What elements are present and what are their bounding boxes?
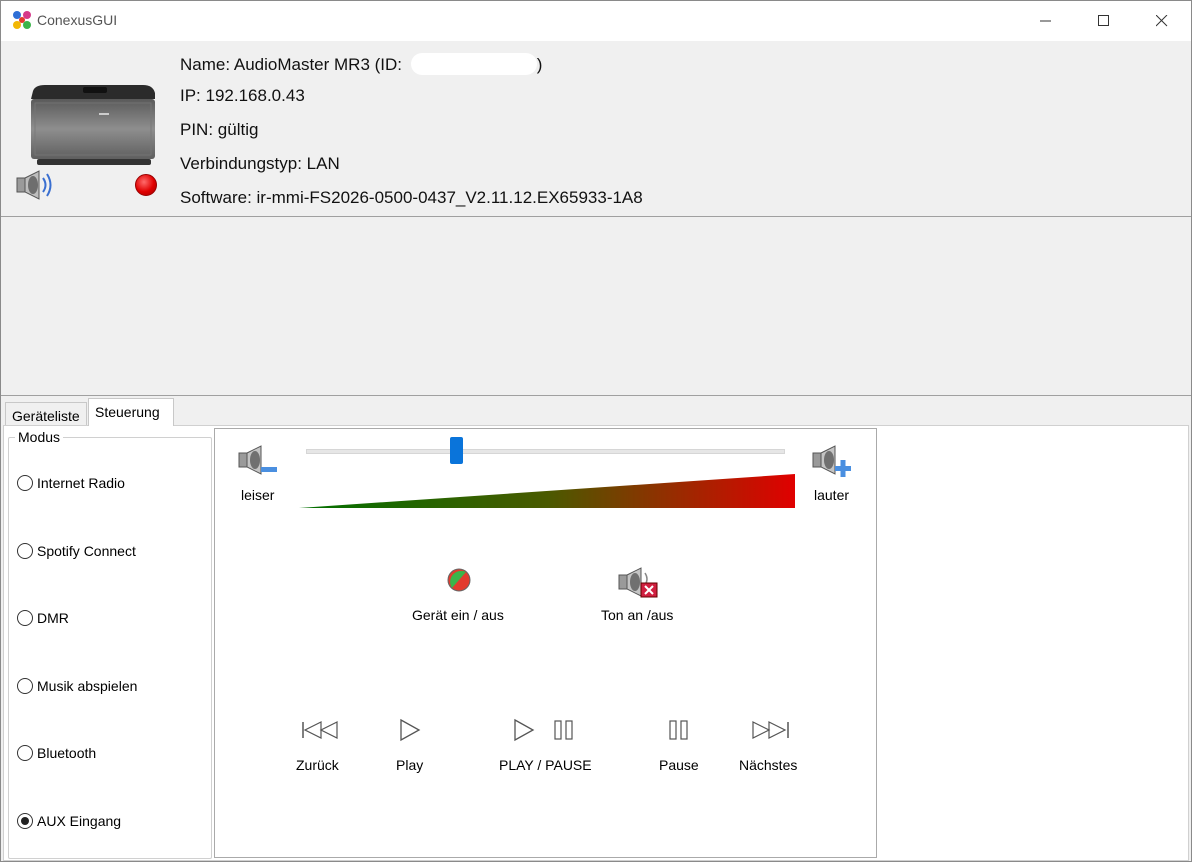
radio-button[interactable] <box>17 543 33 559</box>
next-icon[interactable] <box>751 720 791 740</box>
volume-down-icon[interactable] <box>237 445 279 475</box>
power-label: Gerät ein / aus <box>412 607 504 623</box>
radio-button[interactable] <box>17 610 33 626</box>
close-icon <box>1156 15 1168 27</box>
radio-dmr[interactable]: DMR <box>17 610 69 626</box>
radio-label: Musik abspielen <box>37 678 138 694</box>
radio-spotify-connect[interactable]: Spotify Connect <box>17 543 136 559</box>
radio-button[interactable] <box>17 745 33 761</box>
power-toggle-icon[interactable] <box>446 567 472 593</box>
play-pause-icon[interactable] <box>513 718 579 742</box>
volume-slider-track[interactable] <box>306 449 785 454</box>
empty-panel <box>1 218 1191 396</box>
maximize-icon <box>1098 15 1109 26</box>
window-title: ConexusGUI <box>37 12 118 28</box>
radio-label: Bluetooth <box>37 745 97 761</box>
modus-title: Modus <box>15 429 64 445</box>
device-name: Name: AudioMaster MR3 (ID: ) <box>180 53 542 75</box>
device-name-prefix: Name: AudioMaster MR3 (ID: <box>180 55 407 74</box>
device-software: Software: ir-mmi-FS2026-0500-0437_V2.11.… <box>180 188 643 207</box>
minimize-button[interactable] <box>1017 1 1075 41</box>
radio-button[interactable] <box>17 678 33 694</box>
maximize-button[interactable] <box>1075 1 1133 41</box>
device-info-panel: Name: AudioMaster MR3 (ID: ) IP: 192.168… <box>1 41 1191 217</box>
speaker-icon <box>16 170 52 200</box>
title-bar: ConexusGUI <box>1 1 1191 41</box>
mute-label: Ton an /aus <box>601 607 674 623</box>
modus-group <box>8 437 212 859</box>
app-window: ConexusGUI Name: AudioMaster MR3 (ID:) … <box>0 0 1192 862</box>
pause-label: Pause <box>659 757 699 773</box>
minimize-icon <box>1040 20 1051 22</box>
device-image <box>31 85 155 165</box>
device-name-suffix: ) <box>536 55 543 74</box>
volume-level-ramp <box>299 474 795 508</box>
volume-down-label: leiser <box>241 487 275 503</box>
device-ip: IP: 192.168.0.43 <box>180 86 305 105</box>
tab-steuerung[interactable]: Steuerung <box>88 398 174 426</box>
radio-label: Spotify Connect <box>37 543 136 559</box>
play-pause-label: PLAY / PAUSE <box>499 757 592 773</box>
radio-button[interactable] <box>17 475 33 491</box>
radio-button-selected[interactable] <box>17 813 33 829</box>
radio-aux-eingang[interactable]: AUX Eingang <box>17 813 121 829</box>
volume-slider-thumb[interactable] <box>450 437 463 464</box>
pause-icon[interactable] <box>667 720 691 740</box>
play-label: Play <box>396 757 424 773</box>
previous-label: Zurück <box>296 757 339 773</box>
tab-geraeteliste[interactable]: Geräteliste <box>5 402 87 426</box>
device-connection-type: Verbindungstyp: LAN <box>180 154 340 173</box>
radio-musik-abspielen[interactable]: Musik abspielen <box>17 678 137 694</box>
redacted-id <box>410 53 537 75</box>
next-label: Nächstes <box>739 757 798 773</box>
status-indicator-icon <box>135 174 157 196</box>
previous-icon[interactable] <box>301 720 341 740</box>
radio-bluetooth[interactable]: Bluetooth <box>17 745 96 761</box>
device-pin: PIN: gültig <box>180 120 259 139</box>
app-logo-icon <box>13 11 31 29</box>
radio-label: Internet Radio <box>37 475 125 491</box>
mute-toggle-icon[interactable] <box>617 565 661 599</box>
close-button[interactable] <box>1133 1 1191 41</box>
radio-label: DMR <box>37 610 69 626</box>
volume-up-label: lauter <box>814 487 850 503</box>
radio-label: AUX Eingang <box>37 813 122 829</box>
radio-internet-radio[interactable]: Internet Radio <box>17 475 125 491</box>
volume-up-icon[interactable] <box>811 445 853 477</box>
play-icon[interactable] <box>398 718 422 742</box>
